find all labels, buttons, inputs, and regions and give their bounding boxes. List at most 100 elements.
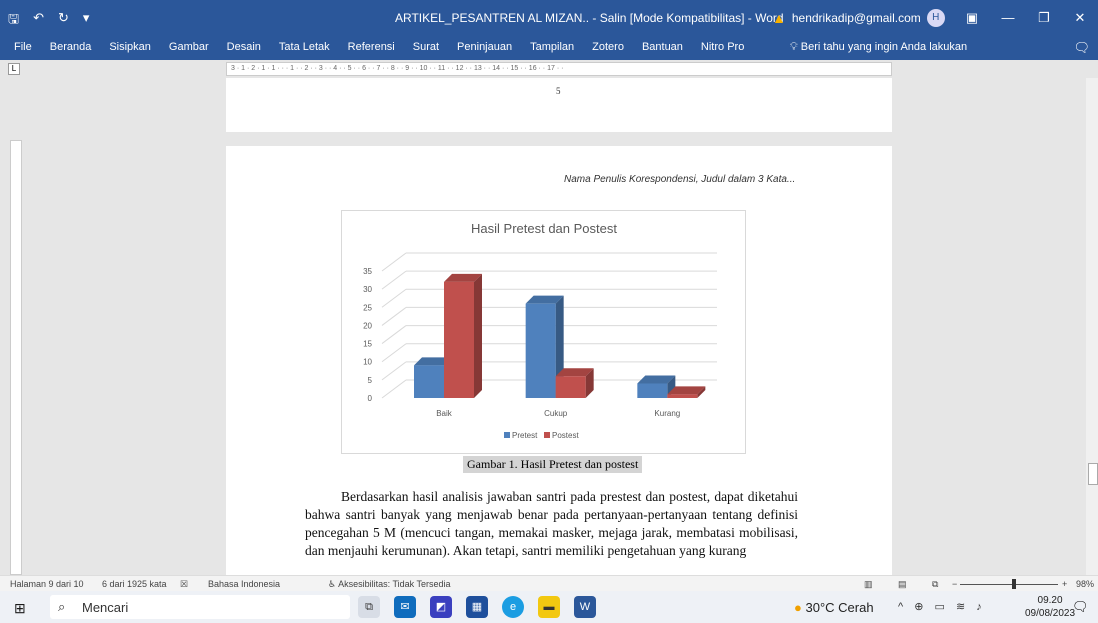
menu-item-tata-letak[interactable]: Tata Letak [279, 41, 330, 53]
chevron-up-icon[interactable]: ^ [898, 601, 907, 613]
file-explorer-icon[interactable]: ▬ [538, 596, 560, 618]
undo-icon[interactable]: ↶ [33, 10, 44, 32]
warning-icon: ▲ [772, 10, 786, 26]
menu-item-surat[interactable]: Surat [413, 41, 439, 53]
zoom-out-button[interactable]: − [952, 579, 957, 589]
legend-label-postest: Postest [552, 431, 579, 440]
account-email: hendrikadip@gmail.com [791, 11, 921, 25]
menu-item-beranda[interactable]: Beranda [50, 41, 92, 53]
battery-icon[interactable]: ▭ [935, 601, 949, 613]
ribbon-display-icon[interactable]: ▣ [954, 0, 990, 36]
system-tray[interactable]: ^ ⊕ ▭ ≋ ♪ [898, 600, 986, 613]
legend-swatch-pretest [504, 432, 510, 438]
bar-postest-baik [444, 281, 474, 398]
menu-item-nitro-pro[interactable]: Nitro Pro [701, 41, 744, 53]
customize-icon[interactable]: ▾ [83, 10, 90, 32]
chart-svg: Hasil Pretest dan Postest 0 5 10 15 20 25 30 35 B… [363, 221, 717, 440]
search-label: Mencari [82, 600, 129, 615]
wifi-icon[interactable]: ≋ [956, 601, 969, 613]
language[interactable]: Bahasa Indonesia [208, 579, 280, 589]
taskbar-search[interactable]: ⌕ Mencari [50, 595, 350, 619]
notification-icon[interactable]: 🗨︎ [1072, 599, 1089, 615]
read-mode-icon[interactable]: ▥ [864, 579, 873, 590]
avatar[interactable]: H [926, 9, 945, 27]
search-icon: ⌕ [58, 599, 66, 614]
y-tick-label: 35 [363, 267, 372, 276]
taskbar-apps: ⧉ ✉ ◩ ▦ e ▬ W [358, 596, 596, 618]
grid-line-diagonal [381, 343, 407, 363]
menu-item-referensi[interactable]: Referensi [348, 41, 395, 53]
proofing-icon[interactable]: ☒ [180, 579, 188, 590]
taskbar: ⊞ ⌕ Mencari ⧉ ✉ ◩ ▦ e ▬ W ● 30°C Cerah ^… [0, 591, 1098, 623]
app-icon[interactable]: ◩ [430, 596, 452, 618]
menu-item-sisipkan[interactable]: Sisipkan [109, 41, 151, 53]
grid-line-diagonal [381, 270, 407, 290]
accessibility-icon: ♿︎ [328, 579, 337, 589]
comment-icon[interactable]: 🗨︎ [1073, 40, 1090, 56]
y-tick-label: 0 [368, 394, 373, 403]
redo-icon[interactable]: ↻ [58, 10, 69, 32]
store-icon[interactable]: ▦ [466, 596, 488, 618]
menu-item-gambar[interactable]: Gambar [169, 41, 209, 53]
x-tick-label: Baik [436, 409, 453, 418]
menu-item-file[interactable]: File [14, 41, 32, 53]
edge-icon[interactable]: e [502, 596, 524, 618]
vertical-ruler[interactable] [10, 140, 22, 575]
grid-line-diagonal [381, 307, 407, 326]
weather-widget[interactable]: ● 30°C Cerah [794, 600, 874, 615]
legend-label-pretest: Pretest [512, 431, 538, 440]
windows-start-icon[interactable]: ⊞ [14, 600, 26, 617]
volume-icon[interactable]: ♪ [976, 601, 986, 613]
lightbulb-icon: 💡︎ [790, 41, 798, 53]
accessibility-status[interactable]: ♿︎ Aksesibilitas: Tidak Tersedia [328, 579, 450, 590]
account-area[interactable]: ▲ hendrikadip@gmail.com H [772, 9, 945, 27]
status-bar: Halaman 9 dari 10 6 dari 1925 kata ☒ Bah… [0, 575, 1098, 591]
y-tick-label: 10 [363, 358, 372, 367]
grid-line-diagonal [381, 252, 407, 272]
tell-me-label: Beri tahu yang ingin Anda lakukan [800, 41, 968, 53]
tell-me-box[interactable]: 💡︎ Beri tahu yang ingin Anda lakukan [790, 41, 967, 54]
word-count[interactable]: 6 dari 1925 kata [102, 579, 167, 589]
quick-access-toolbar: 🖫 ↶ ↻ ▾ [8, 10, 89, 32]
menu-item-zotero[interactable]: Zotero [592, 41, 624, 53]
mail-icon[interactable]: ✉ [394, 596, 416, 618]
minimize-button[interactable]: — [990, 0, 1026, 36]
vertical-scrollbar[interactable] [1086, 78, 1098, 575]
window-controls: ▣ — ❐ ✕ [954, 0, 1098, 36]
clock-date: 09/08/2023 [1025, 608, 1076, 619]
menu-item-desain[interactable]: Desain [227, 41, 261, 53]
title-bar: 🖫 ↶ ↻ ▾ ARTIKEL_PESANTREN AL MIZAN.. - S… [0, 0, 1098, 36]
task-view-icon[interactable]: ⧉ [358, 596, 380, 618]
network-icon[interactable]: ⊕ [914, 601, 927, 613]
zoom-slider-knob[interactable] [1012, 579, 1016, 589]
y-tick-label: 20 [363, 321, 372, 330]
x-tick-label: Kurang [654, 409, 680, 418]
bar-pretest-baik [414, 365, 444, 398]
menu-item-peninjauan[interactable]: Peninjauan [457, 41, 512, 53]
web-layout-icon[interactable]: ⧉ [932, 579, 938, 590]
zoom-level[interactable]: 98% [1076, 579, 1094, 589]
bar-side [474, 273, 482, 398]
zoom-in-button[interactable]: + [1062, 579, 1067, 589]
save-icon[interactable]: 🖫 [8, 10, 19, 32]
chart[interactable]: Hasil Pretest dan Postest 0 5 10 15 20 25 30 35 B… [341, 210, 746, 454]
scrollbar-thumb[interactable] [1088, 463, 1098, 485]
paragraph: Berdasarkan hasil analisis jawaban santr… [305, 489, 798, 558]
print-layout-icon[interactable]: ▤ [898, 579, 907, 590]
grid-line-diagonal [381, 288, 407, 308]
menu-item-tampilan[interactable]: Tampilan [530, 41, 574, 53]
clock[interactable]: 09.20 09/08/2023 [1025, 594, 1075, 620]
bar-postest-cukup [555, 376, 586, 398]
zoom-slider[interactable] [960, 584, 1058, 585]
page-number: 5 [556, 86, 561, 96]
y-tick-label: 15 [363, 340, 372, 349]
restore-button[interactable]: ❐ [1026, 0, 1062, 36]
word-icon[interactable]: W [574, 596, 596, 618]
tab-selector[interactable]: L [8, 63, 20, 75]
menu-item-bantuan[interactable]: Bantuan [642, 41, 683, 53]
horizontal-ruler[interactable]: 3 · 1 · 2 · 1 · 1 · · · 1 · · 2 · · 3 · … [226, 62, 892, 76]
menu-items: File Beranda Sisipkan Gambar Desain Tata Leta… [14, 41, 744, 53]
close-button[interactable]: ✕ [1062, 0, 1098, 36]
page-count[interactable]: Halaman 9 dari 10 [10, 579, 84, 589]
figure-caption: Gambar 1. Hasil Pretest dan postest [463, 456, 643, 473]
